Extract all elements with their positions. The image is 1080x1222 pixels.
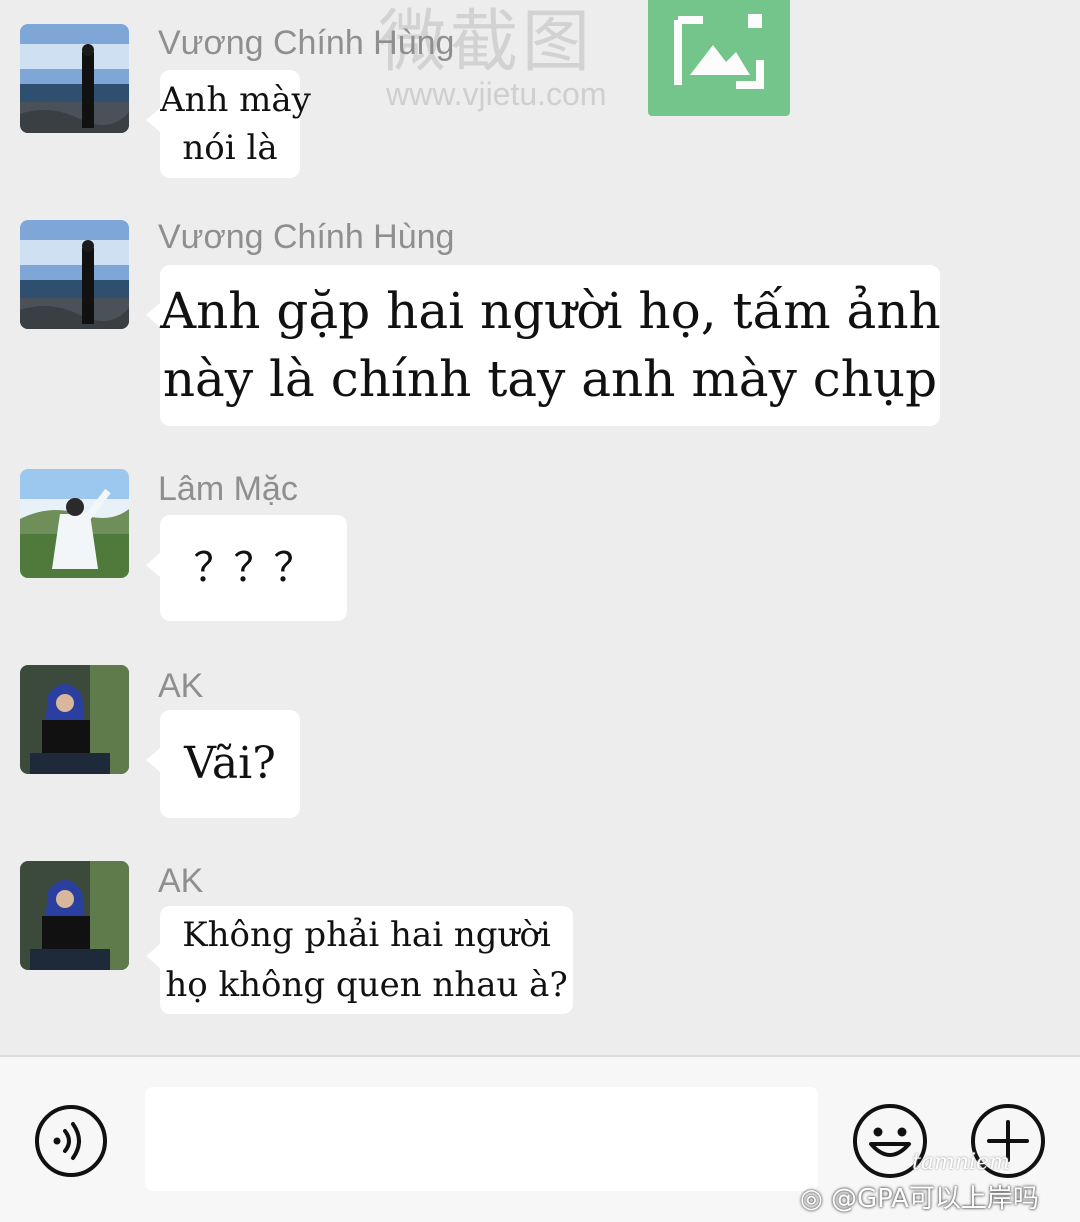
watermark-url: www.vjietu.com <box>386 76 607 112</box>
sender-name: AK <box>158 862 204 900</box>
message-input[interactable] <box>145 1087 818 1191</box>
message-bubble[interactable]: ？？？ <box>146 515 347 621</box>
beach-avatar[interactable] <box>20 24 129 133</box>
hooded-avatar[interactable] <box>20 665 129 774</box>
message-text-line: Anh mày <box>160 80 311 120</box>
message-text-line: Không phải hai người <box>182 915 551 955</box>
message-text-line: họ không quen nhau à? <box>165 965 568 1005</box>
message-bubble[interactable]: Vãi? <box>146 710 300 818</box>
watermark-logo-icon <box>648 0 790 116</box>
message-bubble[interactable]: Anh gặp hai người họ, tấm ảnh này là chí… <box>146 265 941 426</box>
message-bubble[interactable]: Không phải hai người họ không quen nhau … <box>146 906 573 1014</box>
message-text-line: Anh gặp hai người họ, tấm ảnh <box>160 282 941 340</box>
sender-name: Vương Chính Hùng <box>158 24 455 62</box>
message-text-line: ？？？ <box>193 545 314 591</box>
message-text-line: Vãi? <box>184 738 276 789</box>
message-bubble[interactable]: Anh mày nói là <box>146 70 311 178</box>
voice-icon[interactable] <box>33 1103 109 1179</box>
weibo-icon: ◎ <box>800 1184 823 1214</box>
beach-avatar[interactable] <box>20 220 129 329</box>
sender-name: Lâm Mặc <box>158 470 298 508</box>
sender-name: AK <box>158 667 204 705</box>
signature-watermark: tamniem <box>912 1150 1010 1175</box>
message-text-line: này là chính tay anh mày chụp <box>162 350 938 408</box>
credit-text: @GPA可以上岸吗 <box>830 1184 1039 1214</box>
hooded-avatar[interactable] <box>20 861 129 970</box>
credit-watermark: ◎ @GPA可以上岸吗 <box>800 1178 1039 1215</box>
sender-name: Vương Chính Hùng <box>158 218 455 256</box>
message-text-line: nói là <box>182 128 278 168</box>
field-avatar[interactable] <box>20 469 129 578</box>
chat-area: 微截图 www.vjietu.com Vương Chính Hùng Anh … <box>0 0 1080 1055</box>
